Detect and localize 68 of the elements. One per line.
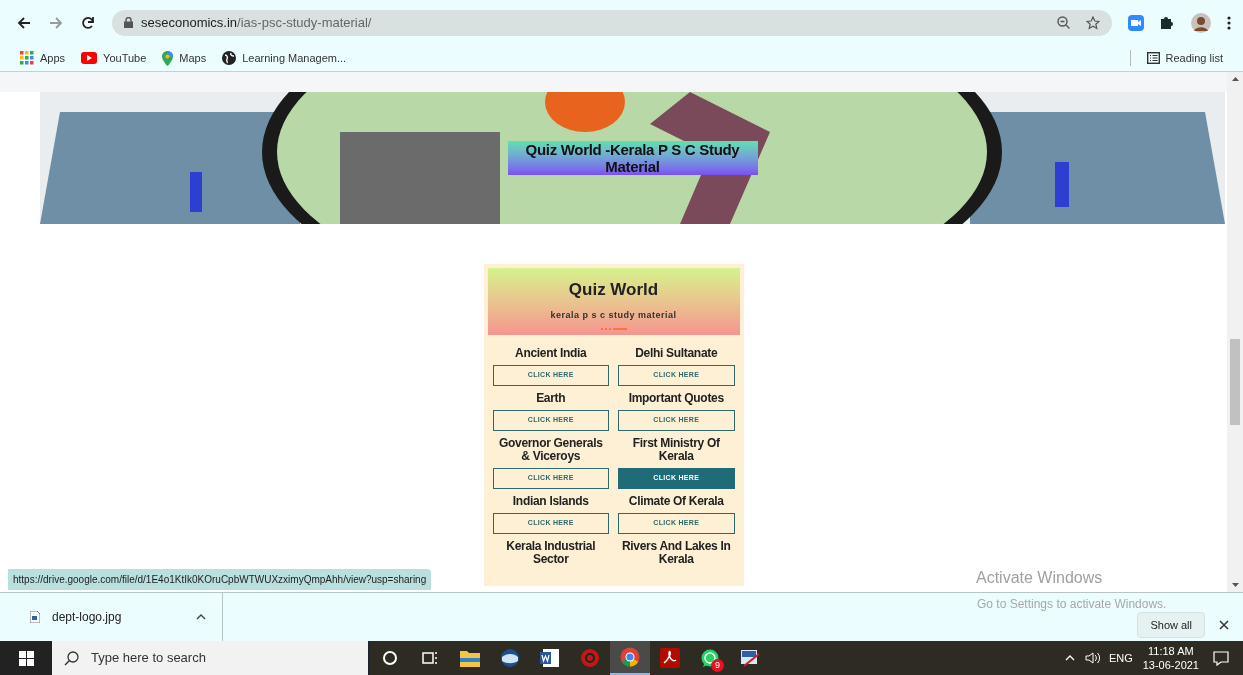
list-icon: [1146, 52, 1160, 64]
notification-icon[interactable]: [1213, 650, 1229, 666]
bookmark-link[interactable]: YouTube: [81, 49, 147, 67]
clock[interactable]: 11:18 AM 13-06-2021: [1142, 644, 1199, 672]
globe-icon: [222, 51, 237, 65]
speaker-icon[interactable]: [1084, 652, 1101, 664]
topic-title: First Ministry Of Kerala: [631, 437, 721, 463]
scroll-up-icon[interactable]: [1231, 77, 1239, 81]
star-icon: [1086, 15, 1100, 30]
topic-title: Important Quotes: [628, 392, 724, 405]
taskbar-app[interactable]: 9: [690, 641, 730, 675]
pdf-icon: [660, 648, 680, 668]
screen-pen-icon: [740, 648, 760, 668]
taskbar-search-field[interactable]: Type here to search: [52, 641, 368, 675]
address-bar[interactable]: seseconomics.in/ias-psc-study-material/: [112, 9, 1112, 36]
reload-icon: [81, 15, 95, 30]
topic-title: Delhi Sultanate: [635, 347, 718, 360]
avatar-icon[interactable]: [1191, 12, 1211, 33]
dash-divider-icon: [600, 328, 627, 330]
reading-list-link[interactable]: Reading list: [1146, 49, 1223, 67]
search-icon: [64, 650, 79, 666]
download-filename[interactable]: dept-logo.jpg: [52, 608, 122, 626]
topic-title: Governor Generals & Viceroys: [497, 437, 604, 463]
chrome-icon: [620, 647, 640, 667]
status-url: https://drive.google.com/file/d/1E4o1KtIk0KOruCpbWTWUXzximyQmpAhh/view?usp=sharing: [8, 569, 432, 590]
target-icon: [580, 648, 600, 668]
play-icon: [81, 52, 98, 64]
topic-title: Ancient India: [515, 347, 587, 360]
bookmark-link[interactable]: Learning Managem...: [222, 49, 347, 67]
apps-grid-icon: [20, 51, 34, 65]
file-icon: [30, 611, 40, 623]
globe-icon: [500, 648, 520, 668]
topic-title: Kerala Industrial Sector: [505, 540, 597, 566]
task-view-icon: [422, 650, 438, 666]
forward-arrow-icon: [49, 15, 63, 30]
start-button[interactable]: [0, 641, 52, 675]
zoom-out-icon: [1057, 16, 1070, 29]
topic-title: Rivers And Lakes In Kerala: [620, 540, 732, 566]
lock-icon: [124, 17, 133, 28]
clock-time: 11:18 AM: [1148, 644, 1194, 658]
windows-logo-icon: [18, 650, 34, 666]
close-icon[interactable]: [1219, 620, 1229, 630]
map-pin-icon: [162, 50, 174, 66]
card-subtitle: kerala p s c study material: [550, 308, 677, 322]
topic-title: Earth: [536, 392, 566, 405]
scroll-down-icon[interactable]: [1231, 583, 1239, 587]
video-camera-icon[interactable]: [1128, 14, 1144, 31]
url-text: seseconomics.in/ias-psc-study-material/: [141, 13, 372, 32]
circle-icon: [382, 650, 398, 666]
puzzle-icon[interactable]: [1160, 15, 1175, 30]
topic-title: Indian Islands: [512, 495, 589, 508]
back-arrow-icon: [17, 15, 31, 30]
folder-icon: [460, 649, 480, 667]
scrollbar-thumb[interactable]: [1230, 339, 1240, 425]
show-all-button[interactable]: Show all: [1137, 612, 1205, 638]
menu-icon[interactable]: [1227, 15, 1231, 30]
document-icon: [540, 648, 560, 668]
topic-title: Climate Of Kerala: [628, 495, 724, 508]
notification-badge: 9: [711, 659, 724, 672]
clock-date: 13-06-2021: [1142, 658, 1199, 672]
card-title: Quiz World: [568, 279, 659, 301]
language-indicator[interactable]: ENG: [1108, 649, 1133, 667]
chevron-up-icon[interactable]: [196, 614, 206, 620]
banner-caption: Quiz World -Kerala P S C Study Material: [507, 141, 758, 175]
bookmark-link[interactable]: Maps: [162, 49, 207, 67]
bookmark-link[interactable]: Apps: [20, 49, 66, 67]
activation-subtitle: Go to Settings to activate Windows.: [977, 596, 1167, 613]
activation-title: Activate Windows: [976, 568, 1103, 588]
